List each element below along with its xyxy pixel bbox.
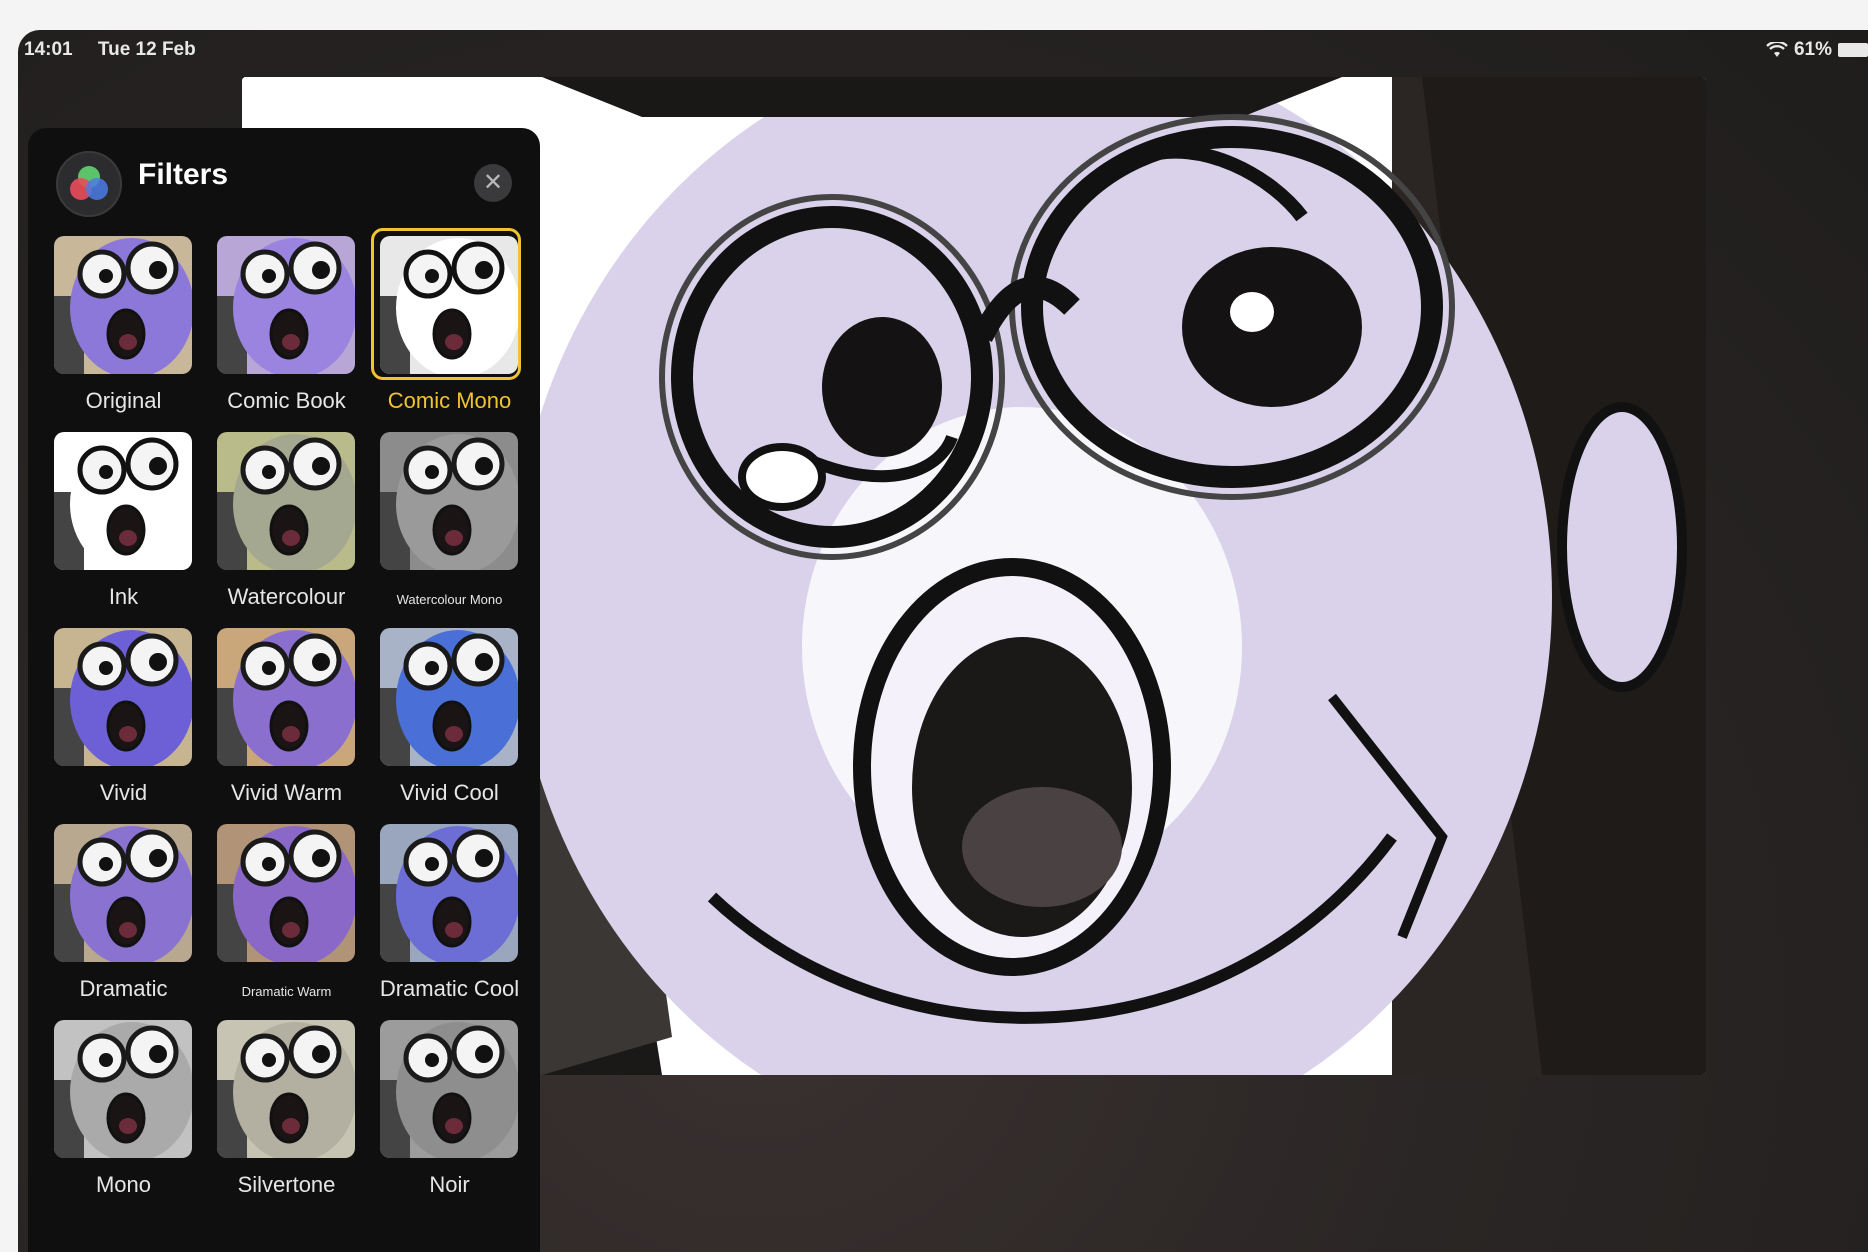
filter-label: Vivid Cool (400, 780, 499, 805)
filter-thumbnail (380, 628, 518, 766)
filter-grid: Original Comic Book Comic Mono Ink Watercolo… (42, 228, 532, 1216)
filter-thumbnail (217, 1020, 355, 1158)
filter-label: Dramatic Warm (241, 984, 332, 999)
filter-option[interactable]: Comic Mono (368, 228, 531, 432)
status-right: 61% (1766, 39, 1868, 61)
filter-label: Original (85, 388, 162, 413)
filter-thumbnail (54, 236, 192, 374)
filter-option[interactable]: Comic Book (205, 236, 368, 432)
status-bar: 14:01 Tue 12 Feb 61% (18, 30, 1868, 70)
filter-label: Dramatic (79, 976, 168, 1001)
filter-option[interactable]: Dramatic Warm (205, 824, 368, 1020)
filter-option[interactable]: Vivid Cool (368, 628, 531, 824)
ipad-screen: 14:01 Tue 12 Feb 61% Filters ✕ Original … (18, 30, 1868, 1252)
filter-label: Watercolour Mono (396, 592, 503, 607)
filter-option[interactable]: Ink (42, 432, 205, 628)
filters-header: Filters ✕ (28, 128, 540, 218)
filter-option[interactable]: Dramatic Cool (368, 824, 531, 1020)
close-icon: ✕ (482, 169, 504, 196)
filter-option[interactable]: Vivid (42, 628, 205, 824)
filter-option[interactable]: Noir (368, 1020, 531, 1216)
status-time: 14:01 (24, 39, 73, 60)
panel-title: Filters (138, 158, 229, 191)
battery-percent: 61% (1793, 39, 1832, 60)
filter-thumbnail (380, 236, 518, 374)
filter-label: Comic Book (227, 388, 346, 413)
filter-thumbnail (54, 432, 192, 570)
filter-option[interactable]: Watercolour Mono (368, 432, 531, 628)
filter-option[interactable]: Original (42, 236, 205, 432)
status-left: 14:01 Tue 12 Feb (24, 39, 216, 61)
filter-option[interactable]: Dramatic (42, 824, 205, 1020)
status-date: Tue 12 Feb (97, 39, 196, 60)
filter-thumbnail (380, 1020, 518, 1158)
filter-thumbnail (380, 824, 518, 962)
filter-label: Vivid (99, 780, 148, 805)
filter-thumbnail (217, 432, 355, 570)
filter-thumbnail (54, 1020, 192, 1158)
filter-label: Noir (429, 1172, 470, 1197)
filter-option[interactable]: Silvertone (205, 1020, 368, 1216)
filter-option[interactable]: Watercolour (205, 432, 368, 628)
filter-label: Vivid Warm (230, 780, 343, 805)
filter-label: Dramatic Cool (379, 976, 520, 1001)
wifi-icon (1766, 42, 1788, 57)
filter-label: Comic Mono (387, 388, 512, 413)
filter-label: Silvertone (237, 1172, 336, 1197)
filter-thumbnail (54, 824, 192, 962)
filter-thumbnail (380, 432, 518, 570)
filter-label: Ink (108, 584, 139, 609)
filter-thumbnail (217, 628, 355, 766)
filter-label: Watercolour (227, 584, 346, 609)
filter-thumbnail (54, 628, 192, 766)
close-button[interactable]: ✕ (474, 164, 512, 202)
filter-thumbnail (217, 824, 355, 962)
battery-icon (1838, 43, 1868, 57)
filter-thumbnail (217, 236, 355, 374)
filter-label: Mono (95, 1172, 152, 1197)
filters-app-icon (56, 151, 122, 217)
filter-option[interactable]: Vivid Warm (205, 628, 368, 824)
filters-panel: Filters ✕ Original Comic Book Comic Mono In… (28, 128, 540, 1252)
filter-option[interactable]: Mono (42, 1020, 205, 1216)
